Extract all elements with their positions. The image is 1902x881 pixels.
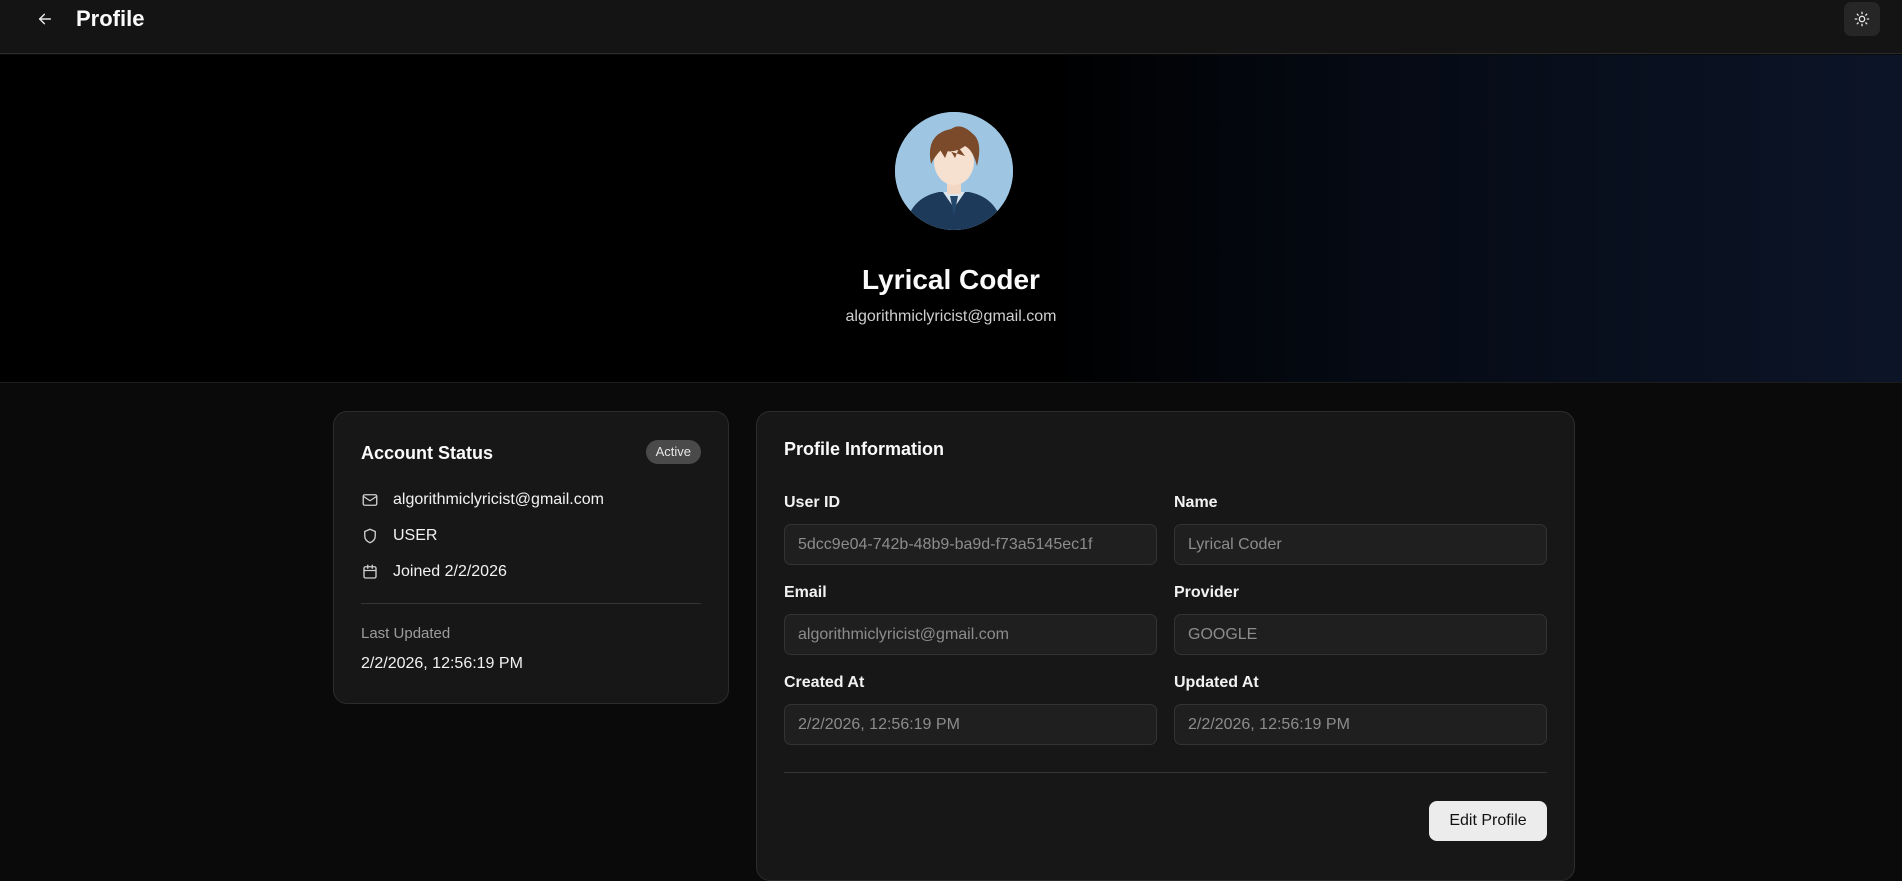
created-at-input[interactable]	[784, 704, 1157, 745]
created-at-label: Created At	[784, 674, 865, 691]
updated-at-label: Updated At	[1174, 674, 1259, 691]
name-label: Name	[1174, 494, 1218, 511]
email-input[interactable]	[784, 614, 1157, 655]
account-role: USER	[393, 527, 438, 544]
avatar	[895, 112, 1013, 230]
arrow-left-icon	[38, 13, 52, 25]
profile-information-card: Profile Information User ID Name Email P…	[756, 411, 1575, 881]
email-label: Email	[784, 584, 827, 601]
last-updated-value: 2/2/2026, 12:56:19 PM	[361, 655, 523, 672]
avatar-illustration	[895, 112, 1013, 230]
user-id-input[interactable]	[784, 524, 1157, 565]
account-email-row: algorithmiclyricist@gmail.com	[361, 489, 604, 511]
top-bar: Profile	[0, 0, 1902, 54]
status-divider	[361, 603, 701, 604]
account-status-card: Account Status Active algorithmiclyricis…	[333, 411, 729, 704]
mail-icon	[362, 494, 378, 506]
account-role-row: USER	[361, 525, 437, 547]
theme-toggle-button[interactable]	[1844, 2, 1880, 36]
account-joined-row: Joined 2/2/2026	[361, 561, 507, 583]
profile-information-title: Profile Information	[784, 439, 945, 459]
shield-icon	[364, 528, 376, 544]
status-badge: Active	[645, 440, 701, 464]
last-updated-label: Last Updated	[361, 625, 451, 642]
user-email: algorithmiclyricist@gmail.com	[845, 308, 1057, 325]
sun-icon	[1854, 11, 1870, 27]
provider-input[interactable]	[1174, 614, 1547, 655]
calendar-icon	[363, 564, 377, 579]
account-email: algorithmiclyricist@gmail.com	[393, 491, 604, 508]
user-id-label: User ID	[784, 494, 841, 511]
provider-label: Provider	[1174, 584, 1239, 601]
back-button[interactable]	[30, 6, 60, 32]
edit-profile-button[interactable]: Edit Profile	[1429, 801, 1547, 841]
updated-at-input[interactable]	[1174, 704, 1547, 745]
profile-hero: Lyrical Coder algorithmiclyricist@gmail.…	[0, 55, 1902, 383]
account-status-title: Account Status	[361, 443, 494, 463]
account-joined: Joined 2/2/2026	[393, 563, 507, 580]
page-title: Profile	[76, 6, 145, 31]
name-input[interactable]	[1174, 524, 1547, 565]
user-name: Lyrical Coder	[862, 264, 1040, 295]
profile-divider	[784, 772, 1547, 773]
